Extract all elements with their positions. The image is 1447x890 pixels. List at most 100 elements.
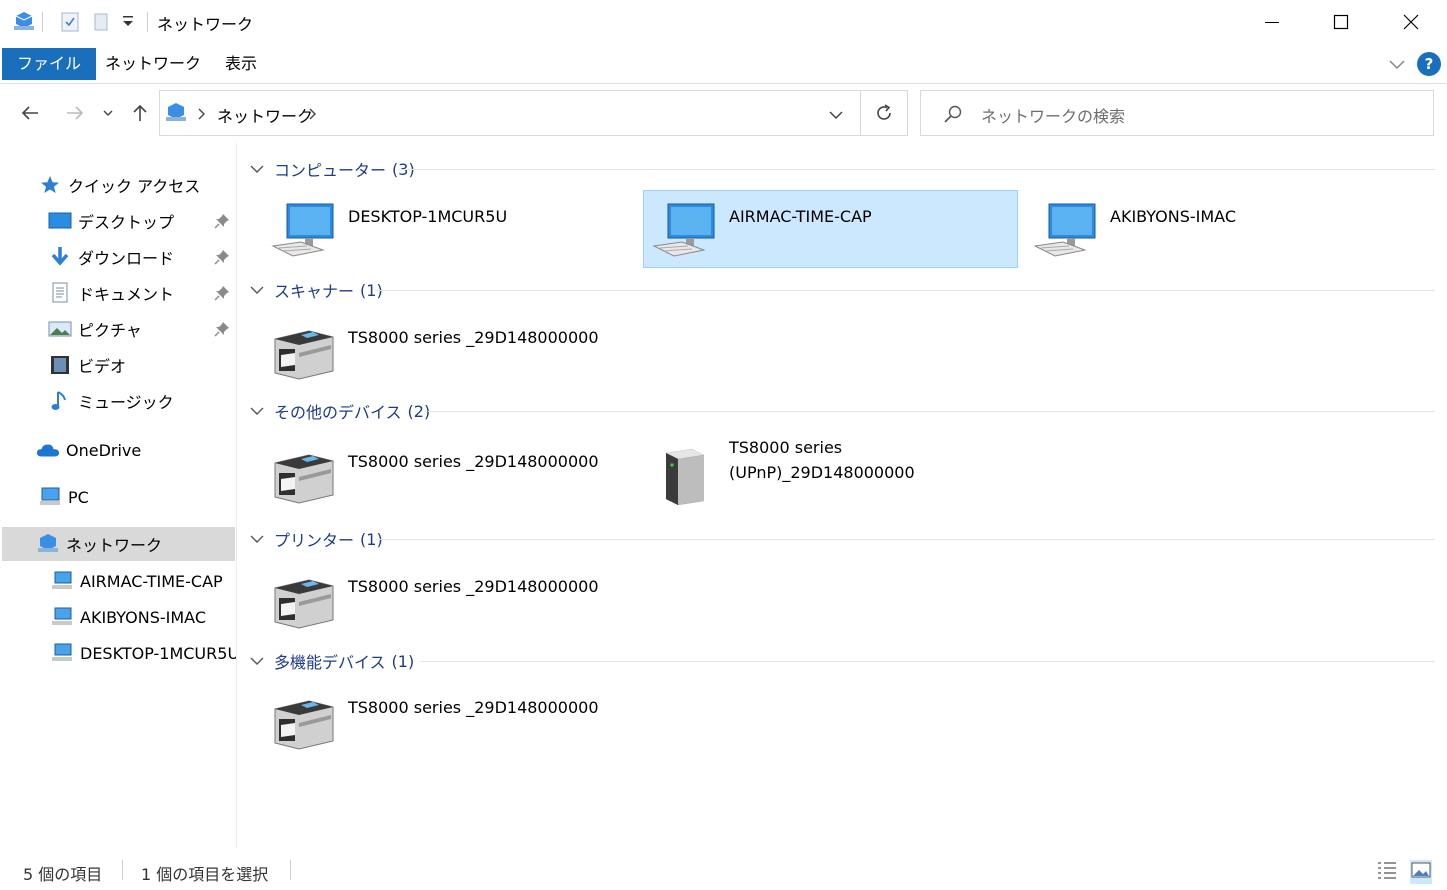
sidebar-item-network[interactable]: ネットワーク	[2, 527, 235, 561]
title-bar: ネットワーク	[0, 0, 1447, 44]
tab-network[interactable]: ネットワーク	[91, 48, 215, 80]
group-divider	[420, 661, 1435, 662]
sidebar-item-label: ピクチャ	[78, 321, 142, 340]
chevron-down-icon	[250, 164, 266, 174]
item-label: TS8000 series _29D148000000	[348, 577, 599, 596]
pc-icon	[38, 485, 62, 509]
minimize-button[interactable]	[1237, 0, 1307, 44]
ribbon: ファイル ネットワーク 表示 ?	[0, 44, 1447, 84]
item-tile[interactable]: TS8000 series _29D148000000	[243, 311, 618, 389]
address-dropdown-icon[interactable]	[828, 106, 844, 125]
group-header-other-devices[interactable]: その他のデバイス (2)	[250, 397, 430, 425]
sidebar-item-label: クイック アクセス	[68, 177, 201, 196]
group-header-printers[interactable]: プリンター (1)	[250, 525, 383, 553]
chevron-down-icon	[103, 110, 113, 116]
item-label: TS8000 series _29D148000000	[348, 328, 599, 347]
sidebar-item-label: DESKTOP-1MCUR5U	[80, 643, 236, 663]
forward-arrow-icon	[67, 106, 84, 120]
videos-folder-icon	[48, 353, 72, 377]
tab-file[interactable]: ファイル	[2, 48, 97, 80]
sidebar-item-label: ダウンロード	[78, 249, 175, 268]
group-header-multifunction[interactable]: 多機能デバイス (1)	[250, 647, 414, 675]
details-view-icon[interactable]	[1376, 860, 1398, 884]
group-header-scanners[interactable]: スキャナー (1)	[250, 276, 383, 304]
group-title: その他のデバイス	[274, 403, 402, 422]
sidebar-item-documents[interactable]: ドキュメント	[48, 276, 234, 310]
sidebar-item-music[interactable]: ミュージック	[48, 384, 234, 418]
item-tile[interactable]: TS8000 series _29D148000000	[243, 681, 618, 759]
help-icon: ?	[1424, 55, 1434, 73]
breadcrumb-chevron-icon[interactable]	[196, 106, 206, 125]
item-tile-selected[interactable]: AIRMAC-TIME-CAP	[643, 190, 1018, 268]
group-title: プリンター	[274, 531, 355, 550]
sidebar-item-akibyons[interactable]: AKIBYONS-IMAC	[50, 600, 234, 634]
network-app-icon[interactable]	[12, 10, 36, 38]
sidebar-item-label: デスクトップ	[78, 213, 175, 232]
item-label: TS8000 series (UPnP)_29D148000000	[729, 435, 915, 485]
breadcrumb-chevron-icon[interactable]	[307, 106, 317, 125]
chevron-down-icon	[250, 406, 266, 416]
sidebar-item-downloads[interactable]: ダウンロード	[48, 240, 234, 274]
chevron-down-icon	[250, 285, 266, 295]
item-tile[interactable]: TS8000 series (UPnP)_29D148000000	[624, 435, 999, 513]
up-arrow-icon	[133, 104, 147, 121]
separator	[122, 860, 123, 880]
pin-icon[interactable]	[214, 249, 230, 265]
navigation-bar: ネットワーク ネットワークの検索	[0, 85, 1447, 143]
sidebar-item-desktop-pc[interactable]: DESKTOP-1MCUR5U	[50, 636, 236, 670]
item-label-line: TS8000 series	[729, 438, 843, 457]
back-arrow-icon	[21, 106, 38, 120]
refresh-button[interactable]	[860, 90, 908, 136]
breadcrumb-network[interactable]: ネットワーク	[217, 103, 313, 127]
item-tile[interactable]: AKIBYONS-IMAC	[1005, 190, 1380, 268]
recent-locations-button[interactable]	[97, 100, 119, 126]
pin-icon[interactable]	[214, 321, 230, 337]
large-icons-view-icon[interactable]	[1410, 860, 1432, 884]
sidebar-item-videos[interactable]: ビデオ	[48, 348, 234, 382]
item-tile[interactable]: DESKTOP-1MCUR5U	[243, 190, 618, 268]
documents-folder-icon	[48, 281, 72, 305]
file-view: コンピューター (3) DESKTOP-1MCUR5U AIRMAC-TIME-…	[238, 143, 1447, 848]
sidebar-item-onedrive[interactable]: OneDrive	[36, 433, 234, 467]
sidebar-item-label: OneDrive	[66, 440, 142, 460]
pin-icon[interactable]	[214, 213, 230, 229]
customize-toolbar-icon[interactable]	[121, 14, 135, 34]
forward-button[interactable]	[62, 100, 88, 126]
new-folder-icon[interactable]	[92, 10, 112, 38]
item-label-line: (UPnP)_29D148000000	[729, 463, 915, 482]
pin-icon[interactable]	[214, 285, 230, 301]
sidebar-item-label: ビデオ	[78, 357, 127, 376]
item-tile[interactable]: TS8000 series _29D148000000	[243, 435, 618, 513]
tab-view[interactable]: 表示	[211, 48, 271, 80]
minimize-icon	[1265, 22, 1279, 23]
group-header-computers[interactable]: コンピューター (3)	[250, 155, 415, 183]
address-bar[interactable]: ネットワーク	[159, 90, 861, 136]
group-divider	[375, 290, 1435, 291]
close-button[interactable]	[1376, 0, 1446, 44]
sidebar-item-label: ミュージック	[78, 393, 174, 412]
expand-ribbon-icon[interactable]	[1385, 52, 1409, 76]
group-count: (1)	[391, 651, 415, 671]
sidebar-item-desktop[interactable]: デスクトップ	[48, 204, 234, 238]
maximize-button[interactable]	[1306, 0, 1376, 44]
sidebar-item-pc[interactable]: PC	[38, 480, 234, 514]
sidebar-item-airmac[interactable]: AIRMAC-TIME-CAP	[50, 564, 234, 598]
printer-icon	[271, 568, 337, 634]
sidebar-item-quick-access[interactable]: クイック アクセス	[38, 168, 234, 202]
computer-icon	[271, 198, 337, 264]
search-input[interactable]: ネットワークの検索	[981, 103, 1125, 127]
window-title: ネットワーク	[157, 15, 254, 34]
printer-icon	[271, 689, 337, 755]
properties-icon[interactable]	[59, 10, 81, 38]
sidebar-item-pictures[interactable]: ピクチャ	[48, 312, 234, 346]
item-tile[interactable]: TS8000 series _29D148000000	[243, 560, 618, 638]
group-title: 多機能デバイス	[274, 653, 386, 672]
back-button[interactable]	[17, 100, 43, 126]
help-button[interactable]: ?	[1417, 52, 1441, 76]
printer-icon	[271, 443, 337, 509]
up-button[interactable]	[127, 100, 153, 126]
computer-icon	[652, 198, 718, 264]
selected-count: 1 個の項目を選択	[141, 865, 269, 884]
star-icon	[38, 173, 62, 197]
search-box[interactable]: ネットワークの検索	[920, 90, 1434, 136]
